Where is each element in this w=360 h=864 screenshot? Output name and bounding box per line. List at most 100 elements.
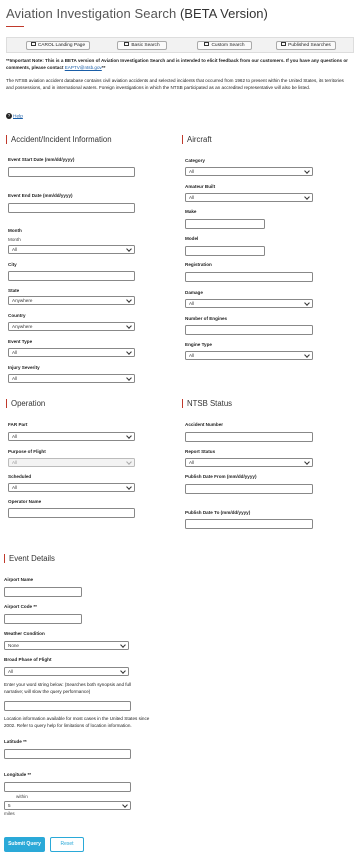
accident-section-heading: Accident/Incident Information — [6, 135, 112, 144]
airport-name-label: Airport Name — [4, 577, 34, 582]
airport-name-input[interactable] — [4, 587, 82, 597]
phase-of-flight-label: Broad Phase of Flight — [4, 657, 52, 662]
accident-number-input[interactable] — [185, 432, 313, 442]
month-label: Month — [8, 228, 22, 233]
registration-input[interactable] — [185, 272, 313, 282]
purpose-of-flight-select[interactable]: All — [8, 458, 135, 467]
word-string-label: Enter your word string below: (Searches … — [4, 682, 132, 694]
purpose-of-flight-label: Purpose of Flight — [8, 449, 46, 454]
scheduled-label: Scheduled — [8, 474, 32, 479]
carol-landing-button[interactable]: CAROL Landing Page — [26, 41, 90, 50]
chevron-down-icon — [126, 297, 132, 303]
damage-label: Damage — [185, 290, 203, 295]
engine-type-label: Engine Type — [185, 342, 212, 347]
home-icon — [30, 42, 36, 47]
publish-date-to-input[interactable] — [185, 519, 313, 529]
country-select[interactable]: Anywhere — [8, 322, 135, 331]
damage-select[interactable]: All — [185, 299, 313, 308]
weather-condition-select[interactable]: None — [4, 641, 129, 650]
longitude-label: Longitude ** — [4, 772, 32, 777]
event-details-section-heading: Event Details — [4, 554, 55, 563]
operator-name-label: Operator Name — [8, 499, 42, 504]
latitude-input[interactable] — [4, 749, 131, 759]
model-input[interactable] — [185, 246, 265, 256]
category-select[interactable]: All — [185, 167, 313, 176]
event-end-date-label: Event End Date (mm/dd/yyyy) — [8, 193, 73, 198]
chevron-down-icon — [126, 246, 132, 252]
publish-date-from-input[interactable] — [185, 484, 313, 494]
chevron-down-icon — [304, 194, 310, 200]
make-label: Make — [185, 209, 197, 214]
help-link[interactable]: Help — [13, 114, 23, 119]
model-label: Model — [185, 236, 199, 241]
reset-button[interactable]: Reset — [50, 837, 84, 852]
event-start-date-input[interactable] — [8, 167, 135, 177]
publish-date-from-label: Publish Date From (mm/dd/yyyy) — [185, 474, 257, 479]
filter-icon — [204, 42, 210, 47]
report-status-label: Report Status — [185, 449, 216, 454]
chevron-down-icon — [304, 168, 310, 174]
event-start-date-label: Event Start Date (mm/dd/yyyy) — [8, 157, 75, 162]
scheduled-select[interactable]: All — [8, 483, 135, 492]
engine-type-select[interactable]: All — [185, 351, 313, 360]
event-type-label: Event Type — [8, 339, 33, 344]
airport-code-label: Airport Code ** — [4, 604, 37, 609]
amateur-built-label: Amateur Built — [185, 184, 216, 189]
chevron-down-icon — [304, 459, 310, 465]
registration-label: Registration — [185, 262, 212, 267]
page-title: Aviation Investigation Search (BETA Vers… — [6, 6, 268, 21]
chevron-down-icon — [126, 323, 132, 329]
injury-severity-select[interactable]: All — [8, 374, 135, 383]
title-underline — [6, 26, 24, 27]
chevron-down-icon — [126, 433, 132, 439]
chevron-down-icon — [126, 349, 132, 355]
beta-notice: **Important Note: This is a BETA version… — [6, 58, 348, 70]
city-label: City — [8, 262, 17, 267]
report-status-select[interactable]: All — [185, 458, 313, 467]
state-label: State — [8, 288, 20, 293]
within-miles-select[interactable]: 5 — [4, 801, 131, 810]
ntsb-status-section-heading: NTSB Status — [182, 399, 232, 408]
basic-search-button[interactable]: Basic Search — [117, 41, 167, 50]
phase-of-flight-select[interactable]: All — [4, 667, 129, 676]
event-type-select[interactable]: All — [8, 348, 135, 357]
latitude-label: Latitude ** — [4, 739, 27, 744]
chevron-down-icon — [120, 642, 126, 648]
custom-search-button[interactable]: Custom Search — [197, 41, 252, 50]
help-link-wrap: ? Help — [6, 113, 23, 119]
month-select[interactable]: All — [8, 245, 135, 254]
chevron-down-icon — [126, 484, 132, 490]
miles-label: miles — [4, 811, 15, 816]
chevron-down-icon — [126, 375, 132, 381]
number-of-engines-input[interactable] — [185, 325, 313, 335]
far-part-select[interactable]: All — [8, 432, 135, 441]
feedback-email-link[interactable]: EAPTV@ntsb.gov — [65, 65, 102, 70]
chevron-down-icon — [126, 459, 132, 465]
list-icon — [281, 42, 287, 47]
chevron-down-icon — [304, 352, 310, 358]
airport-code-input[interactable] — [4, 614, 82, 624]
question-icon: ? — [6, 113, 12, 119]
number-of-engines-label: Number of Engines — [185, 316, 228, 321]
word-string-input[interactable] — [4, 701, 131, 711]
city-input[interactable] — [8, 271, 135, 281]
chevron-down-icon — [304, 300, 310, 306]
event-end-date-input[interactable] — [8, 203, 135, 213]
operation-section-heading: Operation — [6, 399, 45, 408]
amateur-built-select[interactable]: All — [185, 193, 313, 202]
longitude-input[interactable] — [4, 782, 131, 792]
category-label: Category — [185, 158, 205, 163]
state-select[interactable]: Anywhere — [8, 296, 135, 305]
within-label: within — [16, 794, 28, 799]
published-searches-button[interactable]: Published Searches — [276, 41, 336, 50]
chevron-down-icon — [122, 802, 128, 808]
aircraft-section-heading: Aircraft — [182, 135, 212, 144]
location-note: Location information available for most … — [4, 716, 150, 728]
month-sublabel: Month — [8, 237, 21, 242]
operator-name-input[interactable] — [8, 508, 135, 518]
submit-query-button[interactable]: Submit Query — [4, 837, 45, 852]
make-input[interactable] — [185, 219, 265, 229]
nav-bar: CAROL Landing Page Basic Search Custom S… — [6, 37, 354, 53]
weather-condition-label: Weather Condition — [4, 631, 45, 636]
injury-severity-label: Injury Severity — [8, 365, 40, 370]
